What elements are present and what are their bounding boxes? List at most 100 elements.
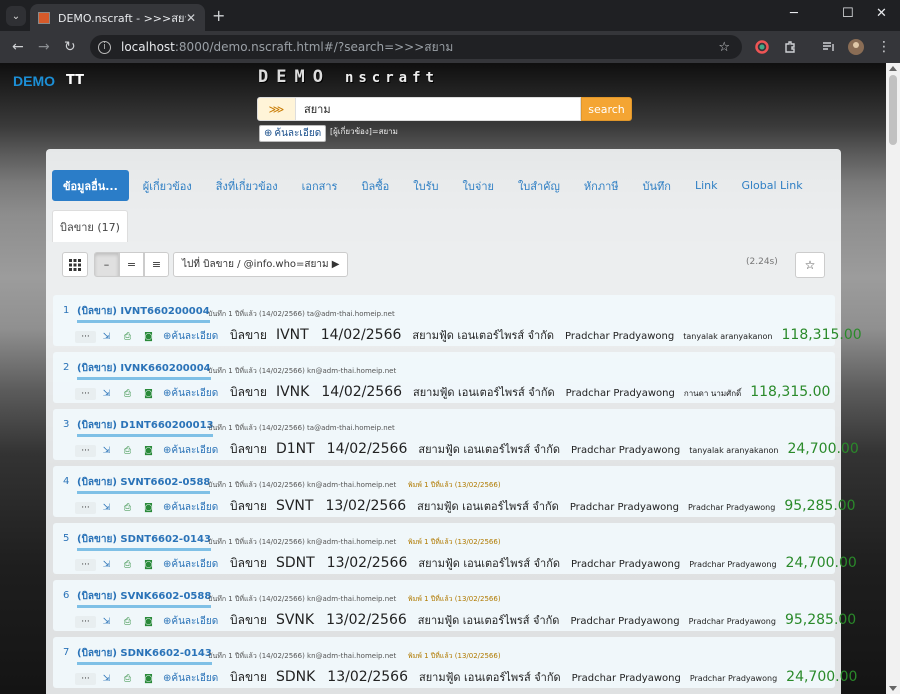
new-tab-icon[interactable]: + <box>212 6 225 25</box>
open-doc-icon[interactable]: ⇲ <box>96 673 117 685</box>
document-id-link[interactable]: (บิลขาย) SDNT6602-0143 <box>77 532 211 551</box>
more-icon[interactable]: ··· <box>75 501 96 514</box>
nav-tab[interactable]: ใบสำคัญ <box>506 170 572 201</box>
normal-view-button[interactable]: = <box>119 252 144 277</box>
document-id-link[interactable]: (บิลขาย) SDNK6602-0143 <box>77 646 212 665</box>
profile-avatar[interactable] <box>848 39 864 55</box>
open-doc-icon[interactable]: ⇲ <box>96 616 117 628</box>
nav-tab[interactable]: ใบรับ <box>401 170 450 201</box>
row-detail-link[interactable]: ⊕ค้นละเอียด <box>163 329 218 344</box>
camera-icon[interactable]: ◙ <box>138 331 159 343</box>
result-row: 2 (บิลขาย) IVNK660200004 บันทึก 1 ปีที่แล้… <box>53 352 835 403</box>
document-id-link[interactable]: (บิลขาย) SVNK6602-0588 <box>77 589 212 608</box>
camera-icon[interactable]: ◙ <box>138 445 159 457</box>
search-prefix-icon[interactable]: ⋙ <box>257 97 296 121</box>
document-id-link[interactable]: (บิลขาย) D1NT660200013 <box>77 418 214 437</box>
maximize-icon[interactable]: ☐ <box>842 6 854 21</box>
advanced-search-button[interactable]: ⊕ ค้นละเอียด <box>259 125 327 142</box>
camera-icon[interactable]: ◙ <box>138 673 159 685</box>
document-id-link[interactable]: (บิลขาย) IVNT660200004 <box>77 304 210 323</box>
customer-name: สยามฟู้ด เอนเตอร์ไพรส์ จำกัด <box>418 443 561 456</box>
nav-tab[interactable]: บันทึก <box>631 170 683 201</box>
nav-tab[interactable]: ข้อมูลอื่น... <box>52 170 129 201</box>
print-icon[interactable]: ⎙ <box>117 616 138 628</box>
print-icon[interactable]: ⎙ <box>117 331 138 343</box>
camera-icon[interactable]: ◙ <box>138 616 159 628</box>
bookmark-star-icon[interactable]: ☆ <box>718 40 730 55</box>
nav-tab[interactable]: หักภาษี <box>572 170 631 201</box>
back-icon[interactable]: ← <box>12 39 24 55</box>
brand-link[interactable]: DEMO <box>13 73 55 89</box>
amount: 95,285.00 <box>784 498 856 514</box>
camera-icon[interactable]: ◙ <box>138 502 159 514</box>
browser-tab[interactable]: DEMO.nscraft - >>>สยาม ✕ <box>30 4 205 31</box>
scroll-thumb[interactable] <box>889 75 897 145</box>
reload-icon[interactable]: ↻ <box>64 39 76 55</box>
tab-search-icon[interactable]: ⌄ <box>6 6 26 26</box>
document-id-link[interactable]: (บิลขาย) SVNT6602-0588 <box>77 475 211 494</box>
row-detail-link[interactable]: ⊕ค้นละเอียด <box>163 557 218 572</box>
row-detail-link[interactable]: ⊕ค้นละเอียด <box>163 671 218 686</box>
row-actions: ··· ⇲ ⎙ ◙ ⊕ค้นละเอียด <box>75 443 218 458</box>
more-icon[interactable]: ··· <box>75 615 96 628</box>
expanded-view-button[interactable]: ≡ <box>144 252 169 277</box>
search-button[interactable]: search <box>581 97 632 121</box>
print-icon[interactable]: ⎙ <box>117 388 138 400</box>
print-icon[interactable]: ⎙ <box>117 673 138 685</box>
document-id-link[interactable]: (บิลขาย) IVNK660200004 <box>77 361 211 380</box>
nav-tab[interactable]: Link <box>683 170 730 201</box>
customer-name: สยามฟู้ด เอนเตอร์ไพรส์ จำกัด <box>412 329 555 342</box>
open-doc-icon[interactable]: ⇲ <box>96 445 117 457</box>
camera-icon[interactable]: ◙ <box>138 388 159 400</box>
more-icon[interactable]: ··· <box>75 387 96 400</box>
print-icon[interactable]: ⎙ <box>117 445 138 457</box>
row-detail-link[interactable]: ⊕ค้นละเอียด <box>163 500 218 515</box>
print-meta: พิมพ์ 1 ปีที่แล้ว (13/02/2566) <box>408 538 501 546</box>
app-logo: DEMO nscraft <box>258 67 439 87</box>
nav-tab[interactable]: เอกสาร <box>290 170 350 201</box>
nav-tab[interactable]: ผู้เกี่ยวข้อง <box>131 170 204 201</box>
more-icon[interactable]: ··· <box>75 558 96 571</box>
open-doc-icon[interactable]: ⇲ <box>96 331 117 343</box>
site-info-icon[interactable]: i <box>98 40 111 54</box>
nav-tab[interactable]: สิ่งที่เกี่ยวข้อง <box>204 170 290 201</box>
amount: 24,700.00 <box>786 669 858 685</box>
chrome-menu-icon[interactable]: ⋮ <box>877 39 891 55</box>
tab-sales-bills[interactable]: บิลขาย (17) <box>52 210 128 242</box>
row-detail-link[interactable]: ⊕ค้นละเอียด <box>163 614 218 629</box>
search-input[interactable] <box>296 97 581 121</box>
scroll-down-icon[interactable] <box>889 686 897 691</box>
page-scrollbar[interactable] <box>886 63 900 694</box>
extensions-puzzle-icon[interactable] <box>783 40 797 54</box>
print-icon[interactable]: ⎙ <box>117 502 138 514</box>
more-icon[interactable]: ··· <box>75 330 96 343</box>
row-detail-link[interactable]: ⊕ค้นละเอียด <box>163 443 218 458</box>
result-row: 6 (บิลขาย) SVNK6602-0588 บันทึก 1 ปีที่แล้… <box>53 580 856 631</box>
open-doc-icon[interactable]: ⇲ <box>96 502 117 514</box>
more-icon[interactable]: ··· <box>75 672 96 685</box>
row-actions: ··· ⇲ ⎙ ◙ ⊕ค้นละเอียด <box>75 386 218 401</box>
media-controls-icon[interactable] <box>822 40 836 54</box>
close-tab-icon[interactable]: ✕ <box>186 11 196 25</box>
print-icon[interactable]: ⎙ <box>117 559 138 571</box>
open-doc-icon[interactable]: ⇲ <box>96 559 117 571</box>
more-icon[interactable]: ··· <box>75 444 96 457</box>
minimize-icon[interactable]: ─ <box>790 6 798 21</box>
compact-view-button[interactable]: – <box>94 252 119 277</box>
forward-icon[interactable]: → <box>38 39 50 55</box>
grid-view-button[interactable] <box>62 252 88 277</box>
goto-button[interactable]: ไปที่ บิลขาย / @info.who=สยาม ▶ <box>173 252 349 277</box>
nav-tab[interactable]: Global Link <box>729 170 814 201</box>
open-doc-icon[interactable]: ⇲ <box>96 388 117 400</box>
row-detail-link[interactable]: ⊕ค้นละเอียด <box>163 386 218 401</box>
url-field[interactable]: i localhost:8000/demo.nscraft.html#/?sea… <box>90 35 742 59</box>
favorite-button[interactable]: ☆ <box>795 252 825 278</box>
close-window-icon[interactable]: ✕ <box>876 6 887 21</box>
camera-icon[interactable]: ◙ <box>138 559 159 571</box>
scroll-up-icon[interactable] <box>889 66 897 71</box>
nav-tab[interactable]: บิลซื้อ <box>349 170 401 201</box>
font-size-icon[interactable]: TT <box>66 73 84 88</box>
nav-tab[interactable]: ใบจ่าย <box>451 170 506 201</box>
record-owner: tanyalak aranyakanon <box>683 332 773 341</box>
extension-circle-icon[interactable] <box>755 40 769 54</box>
